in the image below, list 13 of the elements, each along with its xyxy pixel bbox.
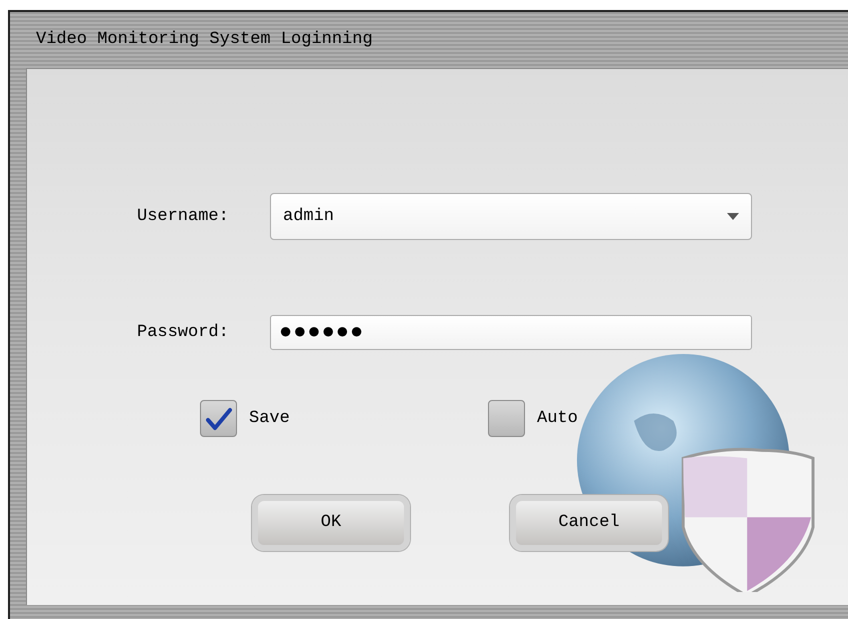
dialog-button[interactable]: Cancel — [510, 495, 668, 551]
checkbox[interactable] — [488, 400, 525, 437]
dialog-button[interactable]: OK — [252, 495, 410, 551]
field-label: Password: — [137, 322, 230, 344]
checkmark-icon — [206, 406, 232, 430]
window-title: Video Monitoring System Loginning — [36, 29, 373, 52]
caret-icon — [727, 213, 739, 220]
field-label: Username: — [137, 206, 230, 228]
password-field[interactable]: ●●●●●● — [270, 315, 752, 350]
checkbox-label: Auto — [537, 408, 578, 430]
checkbox-label: Save — [249, 408, 290, 430]
username-dropdown[interactable]: admin — [270, 193, 752, 240]
checkbox[interactable] — [200, 400, 237, 437]
